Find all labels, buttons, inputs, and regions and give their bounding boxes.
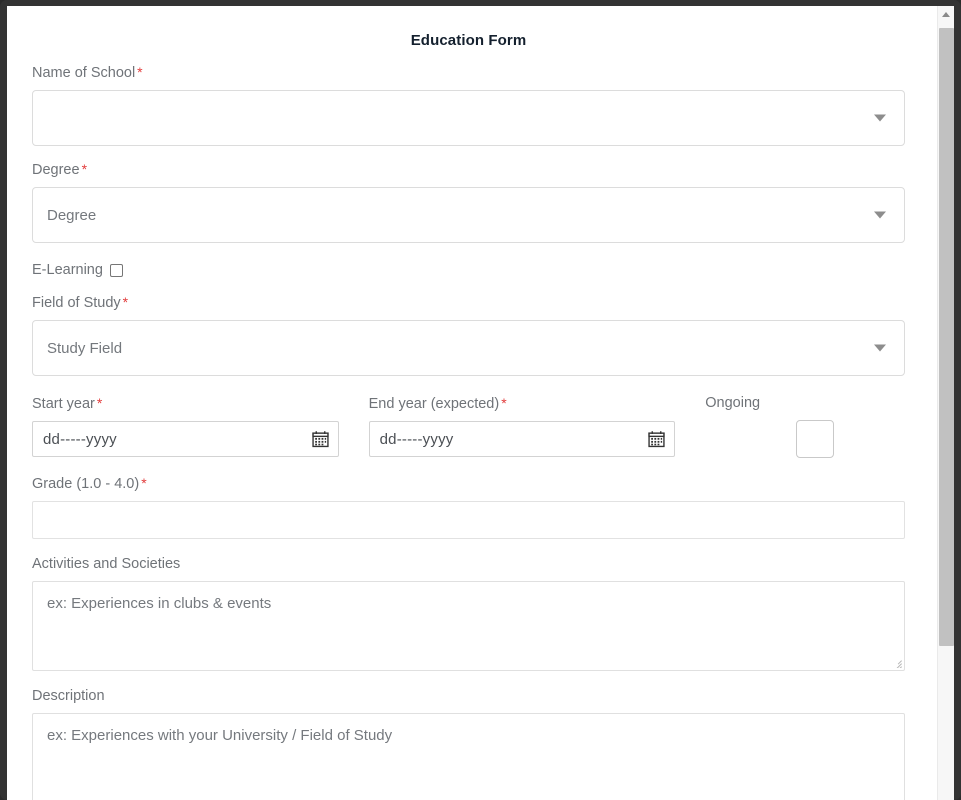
field-grade: Grade (1.0 - 4.0) * [32, 474, 905, 539]
field-start-year: Start year * dd-----yyyy [32, 394, 339, 458]
field-school: Name of School * [32, 63, 905, 146]
label-school: Name of School * [32, 64, 143, 81]
resize-handle-icon[interactable] [890, 656, 902, 668]
grade-input[interactable] [32, 501, 905, 539]
required-asterisk: * [501, 395, 507, 411]
chevron-down-icon [874, 211, 886, 219]
degree-select[interactable]: Degree [32, 187, 905, 243]
required-asterisk: * [122, 294, 129, 310]
field-degree: Degree * Degree [32, 160, 905, 243]
scrollbar-thumb[interactable] [939, 28, 954, 646]
start-year-placeholder: dd-----yyyy [43, 430, 117, 448]
field-of-study-select[interactable]: Study Field [32, 320, 905, 376]
required-asterisk: * [141, 475, 147, 491]
field-ongoing: Ongoing [705, 394, 905, 458]
label-field-of-study: Field of Study * [32, 294, 129, 311]
page-viewport: Education Form Name of School * Degree * D… [7, 6, 954, 800]
elearning-checkbox[interactable] [109, 263, 123, 277]
browser-window-frame: Education Form Name of School * Degree * D… [0, 0, 961, 800]
description-placeholder: ex: Experiences with your University / F… [47, 727, 393, 744]
label-description: Description [32, 688, 105, 704]
field-field-of-study: Field of Study * Study Field [32, 293, 905, 376]
label-grade: Grade (1.0 - 4.0) * [32, 475, 147, 492]
calendar-icon[interactable] [311, 431, 329, 448]
education-form: Education Form Name of School * Degree * D… [7, 6, 937, 800]
chevron-down-icon [874, 344, 886, 352]
field-activities: Activities and Societies ex: Experiences… [32, 555, 905, 671]
degree-placeholder: Degree [47, 206, 97, 224]
ongoing-checkbox-wrap [705, 420, 905, 458]
end-year-placeholder: dd-----yyyy [379, 430, 454, 448]
activities-textarea[interactable]: ex: Experiences in clubs & events [32, 581, 905, 671]
activities-placeholder: ex: Experiences in clubs & events [47, 595, 272, 612]
field-elearning: E-Learning [32, 261, 905, 279]
school-select-input[interactable] [32, 90, 905, 146]
label-activities: Activities and Societies [32, 556, 181, 572]
label-end-year: End year (expected) * [368, 395, 507, 412]
field-description: Description ex: Experiences with your Un… [32, 687, 905, 800]
required-asterisk: * [81, 161, 88, 177]
label-elearning: E-Learning [32, 262, 103, 278]
calendar-icon[interactable] [648, 431, 665, 448]
triangle-up-icon [942, 12, 950, 17]
date-range-row: Start year * dd-----yyyy End year (expec… [32, 394, 905, 458]
page-title: Education Form [410, 32, 527, 49]
start-year-date-input[interactable]: dd-----yyyy [32, 421, 339, 457]
vertical-scrollbar[interactable] [937, 6, 954, 800]
label-ongoing: Ongoing [705, 395, 761, 411]
label-start-year: Start year * [32, 395, 103, 412]
description-textarea[interactable]: ex: Experiences with your University / F… [32, 713, 905, 800]
chevron-down-icon [874, 114, 886, 122]
field-end-year: End year (expected) * dd-----yyyy [368, 394, 676, 458]
label-degree: Degree * [32, 161, 88, 178]
scroll-up-arrow-icon[interactable] [938, 6, 954, 23]
required-asterisk: * [96, 395, 103, 411]
field-of-study-placeholder: Study Field [47, 339, 123, 357]
required-asterisk: * [137, 64, 143, 80]
end-year-date-input[interactable]: dd-----yyyy [368, 421, 676, 457]
ongoing-checkbox[interactable] [796, 420, 835, 458]
